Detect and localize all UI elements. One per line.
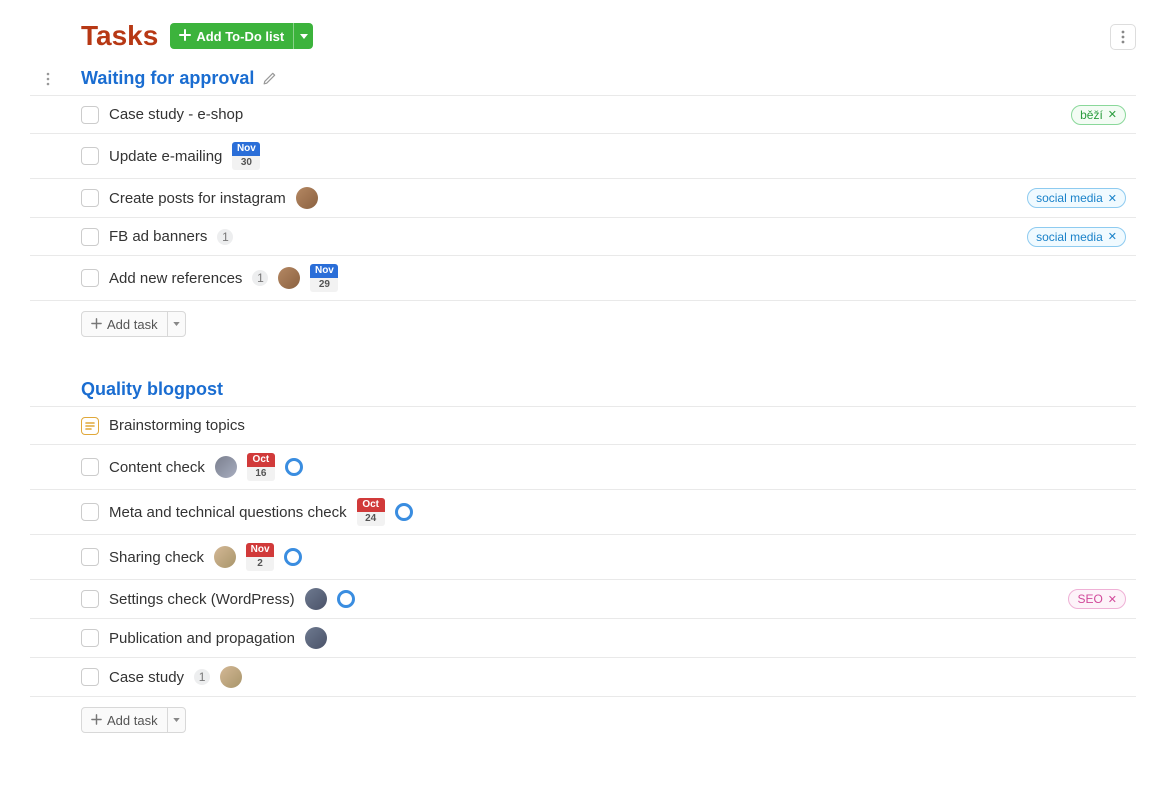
add-task-label: Add task: [107, 317, 158, 332]
task-checkbox[interactable]: [81, 668, 99, 686]
assignee-avatar[interactable]: [305, 627, 327, 649]
due-date-day: 2: [246, 557, 274, 571]
due-date-badge[interactable]: Oct16: [247, 453, 275, 481]
task-checkbox[interactable]: [81, 147, 99, 165]
task-row[interactable]: Settings check (WordPress) SEO ✕: [30, 580, 1136, 619]
task-title: Sharing check: [109, 549, 204, 566]
task-title: Case study - e-shop: [109, 106, 243, 123]
task-row[interactable]: Publication and propagation: [30, 619, 1136, 658]
list-title[interactable]: Waiting for approval: [81, 68, 254, 89]
task-title: Brainstorming topics: [109, 417, 245, 434]
task-row[interactable]: Create posts for instagram social media ✕: [30, 179, 1136, 218]
add-task-main[interactable]: Add task: [82, 312, 167, 336]
tag-label: běží: [1080, 108, 1103, 122]
task-checkbox[interactable]: [81, 590, 99, 608]
task-row[interactable]: Add new references 1 Nov29: [30, 256, 1136, 301]
task-checkbox[interactable]: [81, 548, 99, 566]
task-checkbox[interactable]: [81, 189, 99, 207]
task-checkbox[interactable]: [81, 629, 99, 647]
reminder-icon[interactable]: [284, 548, 302, 566]
plus-icon: [91, 317, 102, 332]
task-title: Content check: [109, 459, 205, 476]
reminder-icon[interactable]: [285, 458, 303, 476]
due-date-badge[interactable]: Nov30: [232, 142, 260, 170]
task-row[interactable]: Sharing check Nov2: [30, 535, 1136, 580]
task-title: Create posts for instagram: [109, 190, 286, 207]
add-todo-list-dropdown[interactable]: [293, 23, 313, 49]
task-checkbox[interactable]: [81, 458, 99, 476]
add-task-label: Add task: [107, 713, 158, 728]
due-date-badge[interactable]: Oct24: [357, 498, 385, 526]
close-icon[interactable]: ✕: [1108, 230, 1117, 243]
task-row[interactable]: Brainstorming topics: [30, 407, 1136, 445]
assignee-avatar[interactable]: [220, 666, 242, 688]
subtask-count-badge: 1: [252, 270, 268, 286]
plus-icon: [91, 713, 102, 728]
task-title: Add new references: [109, 270, 242, 287]
tag-pill[interactable]: social media ✕: [1027, 227, 1126, 247]
task-row[interactable]: Case study 1: [30, 658, 1136, 697]
page-menu-button[interactable]: [1110, 24, 1136, 50]
due-date-day: 30: [232, 156, 260, 170]
due-date-month: Oct: [247, 453, 275, 467]
list-drag-handle[interactable]: [40, 71, 56, 87]
add-task-dropdown[interactable]: [167, 312, 185, 336]
task-title: Publication and propagation: [109, 630, 295, 647]
task-row[interactable]: Content check Oct16: [30, 445, 1136, 490]
task-checkbox[interactable]: [81, 228, 99, 246]
add-task-button[interactable]: Add task: [81, 311, 186, 337]
tag-pill[interactable]: social media ✕: [1027, 188, 1126, 208]
tag-pill[interactable]: SEO ✕: [1068, 589, 1126, 609]
assignee-avatar[interactable]: [278, 267, 300, 289]
pencil-icon[interactable]: [262, 71, 277, 86]
due-date-month: Nov: [232, 142, 260, 156]
task-row[interactable]: Meta and technical questions check Oct24: [30, 490, 1136, 535]
task-title: Meta and technical questions check: [109, 504, 347, 521]
task-title: Case study: [109, 669, 184, 686]
assignee-avatar[interactable]: [215, 456, 237, 478]
assignee-avatar[interactable]: [305, 588, 327, 610]
note-icon: [81, 417, 99, 435]
due-date-month: Nov: [310, 264, 338, 278]
due-date-month: Nov: [246, 543, 274, 557]
plus-icon: [179, 29, 191, 44]
task-checkbox[interactable]: [81, 106, 99, 124]
close-icon[interactable]: ✕: [1108, 192, 1117, 205]
add-task-main[interactable]: Add task: [82, 708, 167, 732]
task-title: Update e-mailing: [109, 148, 222, 165]
due-date-month: Oct: [357, 498, 385, 512]
tag-label: social media: [1036, 191, 1103, 205]
task-title: Settings check (WordPress): [109, 591, 295, 608]
subtask-count-badge: 1: [194, 669, 210, 685]
due-date-day: 24: [357, 512, 385, 526]
close-icon[interactable]: ✕: [1108, 108, 1117, 121]
due-date-day: 16: [247, 467, 275, 481]
task-row[interactable]: FB ad banners 1 social media ✕: [30, 218, 1136, 256]
task-title: FB ad banners: [109, 228, 207, 245]
tag-label: SEO: [1077, 592, 1102, 606]
close-icon[interactable]: ✕: [1108, 593, 1117, 606]
reminder-icon[interactable]: [337, 590, 355, 608]
add-todo-list-main[interactable]: Add To-Do list: [170, 23, 293, 49]
add-todo-list-label: Add To-Do list: [196, 29, 284, 44]
assignee-avatar[interactable]: [214, 546, 236, 568]
add-todo-list-button[interactable]: Add To-Do list: [170, 23, 313, 49]
subtask-count-badge: 1: [217, 229, 233, 245]
add-task-dropdown[interactable]: [167, 708, 185, 732]
list-title[interactable]: Quality blogpost: [81, 379, 223, 400]
add-task-button[interactable]: Add task: [81, 707, 186, 733]
reminder-icon[interactable]: [395, 503, 413, 521]
due-date-day: 29: [310, 278, 338, 292]
page-title: Tasks: [81, 20, 158, 52]
due-date-badge[interactable]: Nov2: [246, 543, 274, 571]
task-row[interactable]: Update e-mailing Nov30: [30, 134, 1136, 179]
tag-label: social media: [1036, 230, 1103, 244]
tag-pill[interactable]: běží ✕: [1071, 105, 1126, 125]
task-row[interactable]: Case study - e-shop běží ✕: [30, 96, 1136, 134]
due-date-badge[interactable]: Nov29: [310, 264, 338, 292]
task-checkbox[interactable]: [81, 503, 99, 521]
task-checkbox[interactable]: [81, 269, 99, 287]
assignee-avatar[interactable]: [296, 187, 318, 209]
